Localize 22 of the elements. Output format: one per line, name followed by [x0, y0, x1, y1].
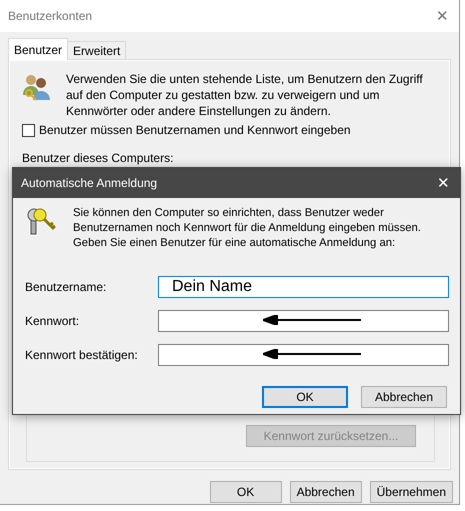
tab[interactable]: Benutzer — [8, 38, 68, 60]
field-label: Benutzername: — [25, 280, 108, 294]
dialog-button[interactable]: Übernehmen — [370, 481, 453, 503]
dialog-button[interactable]: OK — [210, 481, 282, 503]
dialog-title: Automatische Anmeldung — [21, 176, 158, 190]
dialog-button[interactable]: Abbrechen — [361, 386, 447, 408]
close-icon[interactable]: ✕ — [437, 174, 450, 192]
intro-text: Verwenden Sie die unten stehende Liste, um Benutzern den Zugriff auf den Computer zu gestatten bzw. zu verweigern und um Kennwörter oder andere Einstellungen zu ändern. — [66, 71, 424, 119]
dialog-button[interactable]: Abbrechen — [290, 481, 362, 503]
checkbox[interactable] — [22, 124, 35, 136]
input-field[interactable] — [158, 310, 449, 332]
users-label: Benutzer dieses Computers: — [22, 151, 174, 165]
field-label: Kennwort bestätigen: — [25, 348, 139, 362]
dialog-button[interactable]: OK — [262, 386, 348, 408]
input-field[interactable]: Dein Name — [158, 276, 449, 298]
close-icon[interactable]: ✕ — [436, 7, 449, 25]
tab[interactable]: Erweitert — [67, 41, 126, 60]
field-label: Kennwort: — [25, 314, 80, 328]
input-field[interactable] — [158, 344, 449, 366]
dialog-text: Sie können den Computer so einrichten, dass Benutzer weder Benutzernamen noch Kennwort für die Anmeldung eingeben müssen. Geben Sie einen Benutzer für eine automatische Anmeldung an: — [73, 206, 422, 251]
window-title: Benutzerkonten — [8, 9, 92, 23]
checkbox-label: Benutzer müssen Benutzernamen und Kennwort eingeben — [39, 123, 351, 137]
